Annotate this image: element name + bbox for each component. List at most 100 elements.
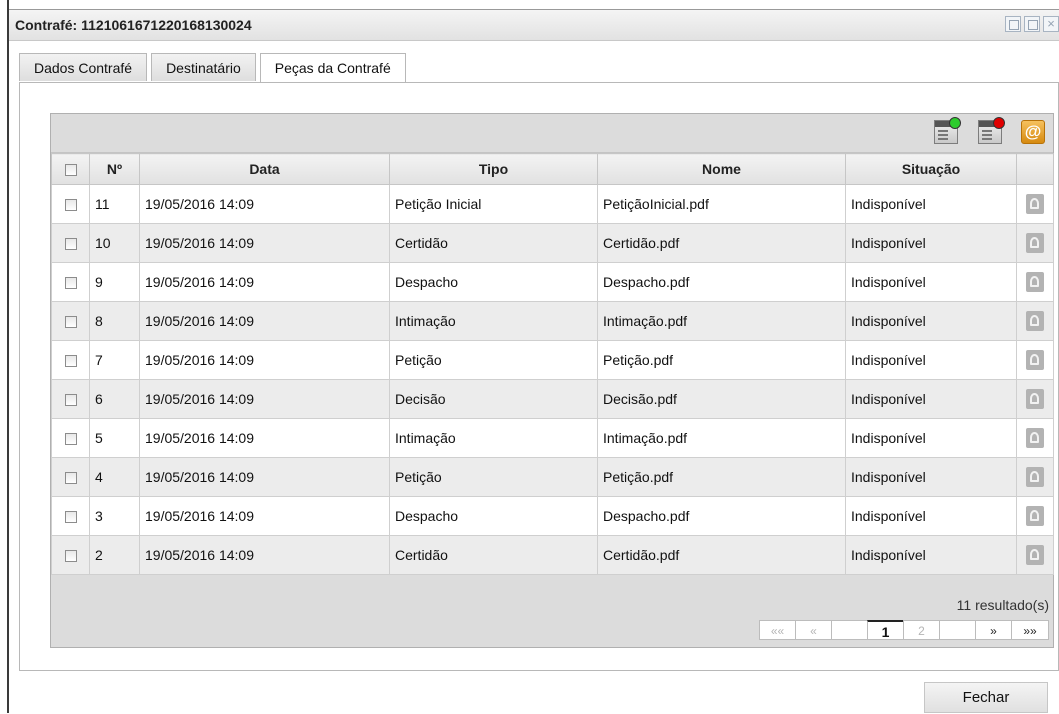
last-page-button[interactable]: »» [1011,620,1049,640]
document-green-dot-icon[interactable] [934,117,961,144]
tab-dados-contrafe[interactable]: Dados Contrafé [19,53,148,81]
pager-spacer-right [939,620,976,640]
pdf-icon[interactable] [1026,350,1044,370]
table-row[interactable]: 9 19/05/2016 14:09 Despacho Despacho.pdf Ind… [51,262,1054,302]
cell-nome: Intimação.pdf [597,418,846,458]
row-checkbox[interactable] [64,355,77,368]
first-page-button[interactable]: «« [759,620,796,640]
cell-situacao: Indisponível [845,223,1017,263]
close-icon[interactable]: × [1043,16,1059,32]
pdf-cell [1016,535,1054,575]
cell-num: 6 [89,379,140,419]
row-checkbox-cell [51,223,90,263]
pager-spacer-left [831,620,868,640]
table-row[interactable]: 7 19/05/2016 14:09 Petição Petição.pdf Indis… [51,340,1054,380]
tab-bar: Dados Contrafé Destinatário Peças da Con… [19,53,410,83]
table-row[interactable]: 4 19/05/2016 14:09 Petição Petição.pdf Indis… [51,457,1054,497]
row-checkbox[interactable] [64,433,77,446]
pdf-cell [1016,418,1054,458]
cell-data: 19/05/2016 14:09 [139,418,390,458]
column-header-data[interactable]: Data [139,153,390,185]
cell-num: 2 [89,535,140,575]
email-at-icon[interactable]: @ [1021,120,1045,144]
row-checkbox-cell [51,535,90,575]
cell-num: 10 [89,223,140,263]
pdf-icon[interactable] [1026,506,1044,526]
cell-num: 8 [89,301,140,341]
documents-table: Nº Data Tipo Nome Situação 11 19/05/2016 … [51,153,1054,575]
pdf-icon[interactable] [1026,428,1044,448]
row-checkbox[interactable] [64,472,77,485]
document-red-dot-icon[interactable] [978,117,1005,144]
table-row[interactable]: 8 19/05/2016 14:09 Intimação Intimação.pdf I… [51,301,1054,341]
row-checkbox-cell [51,418,90,458]
restore-icon[interactable] [1005,16,1021,32]
pdf-cell [1016,340,1054,380]
pdf-icon[interactable] [1026,389,1044,409]
column-header-nome[interactable]: Nome [597,153,846,185]
cell-num: 3 [89,496,140,536]
table-row[interactable]: 6 19/05/2016 14:09 Decisão Decisão.pdf Indis… [51,379,1054,419]
pdf-icon[interactable] [1026,272,1044,292]
row-checkbox[interactable] [64,316,77,329]
documents-grid: @ Nº Data Tipo Nome Situação 11 19/05/20… [50,113,1054,648]
cell-nome: Petição.pdf [597,457,846,497]
column-header-actions [1016,153,1054,185]
grid-toolbar: @ [51,114,1053,153]
cell-tipo: Intimação [389,418,598,458]
row-checkbox[interactable] [64,394,77,407]
cell-tipo: Petição Inicial [389,184,598,224]
column-header-tipo[interactable]: Tipo [389,153,598,185]
row-checkbox[interactable] [64,277,77,290]
row-checkbox[interactable] [64,238,77,251]
row-checkbox-cell [51,496,90,536]
cell-data: 19/05/2016 14:09 [139,262,390,302]
pdf-icon[interactable] [1026,194,1044,214]
cell-data: 19/05/2016 14:09 [139,379,390,419]
row-checkbox[interactable] [64,511,77,524]
tab-destinatario[interactable]: Destinatário [151,53,256,81]
select-all-checkbox[interactable] [64,164,77,177]
page-button-2[interactable]: 2 [903,620,940,640]
pdf-icon[interactable] [1026,311,1044,331]
cell-num: 5 [89,418,140,458]
cell-data: 19/05/2016 14:09 [139,457,390,497]
pdf-icon[interactable] [1026,233,1044,253]
next-page-button[interactable]: » [975,620,1012,640]
row-checkbox-cell [51,184,90,224]
pdf-icon[interactable] [1026,545,1044,565]
table-header-row: Nº Data Tipo Nome Situação [51,153,1054,185]
cell-tipo: Decisão [389,379,598,419]
pdf-cell [1016,496,1054,536]
row-checkbox-cell [51,457,90,497]
cell-nome: Certidão.pdf [597,223,846,263]
table-row[interactable]: 3 19/05/2016 14:09 Despacho Despacho.pdf Ind… [51,496,1054,536]
cell-nome: Petição.pdf [597,340,846,380]
column-header-num[interactable]: Nº [89,153,140,185]
cell-nome: PetiçãoInicial.pdf [597,184,846,224]
cell-num: 11 [89,184,140,224]
cell-tipo: Certidão [389,535,598,575]
column-header-situacao[interactable]: Situação [845,153,1017,185]
pdf-cell [1016,262,1054,302]
cell-tipo: Despacho [389,262,598,302]
table-row[interactable]: 2 19/05/2016 14:09 Certidão Certidão.pdf Ind… [51,535,1054,575]
contrafe-dialog: Contrafé: 1121061671220168130024 × Dados… [9,9,1059,714]
fechar-button[interactable]: Fechar [924,682,1048,713]
page-button-1[interactable]: 1 [867,620,904,640]
row-checkbox[interactable] [64,199,77,212]
pdf-cell [1016,184,1054,224]
row-checkbox[interactable] [64,550,77,563]
maximize-icon[interactable] [1024,16,1040,32]
select-all-checkbox-cell [51,153,90,185]
row-checkbox-cell [51,262,90,302]
row-checkbox-cell [51,379,90,419]
table-row[interactable]: 10 19/05/2016 14:09 Certidão Certidão.pdf In… [51,223,1054,263]
table-row[interactable]: 11 19/05/2016 14:09 Petição Inicial Petição… [51,184,1054,224]
prev-page-button[interactable]: « [795,620,832,640]
cell-nome: Intimação.pdf [597,301,846,341]
pdf-icon[interactable] [1026,467,1044,487]
table-row[interactable]: 5 19/05/2016 14:09 Intimação Intimação.pdf I… [51,418,1054,458]
tab-pecas-da-contrafe[interactable]: Peças da Contrafé [259,53,406,83]
pdf-cell [1016,457,1054,497]
